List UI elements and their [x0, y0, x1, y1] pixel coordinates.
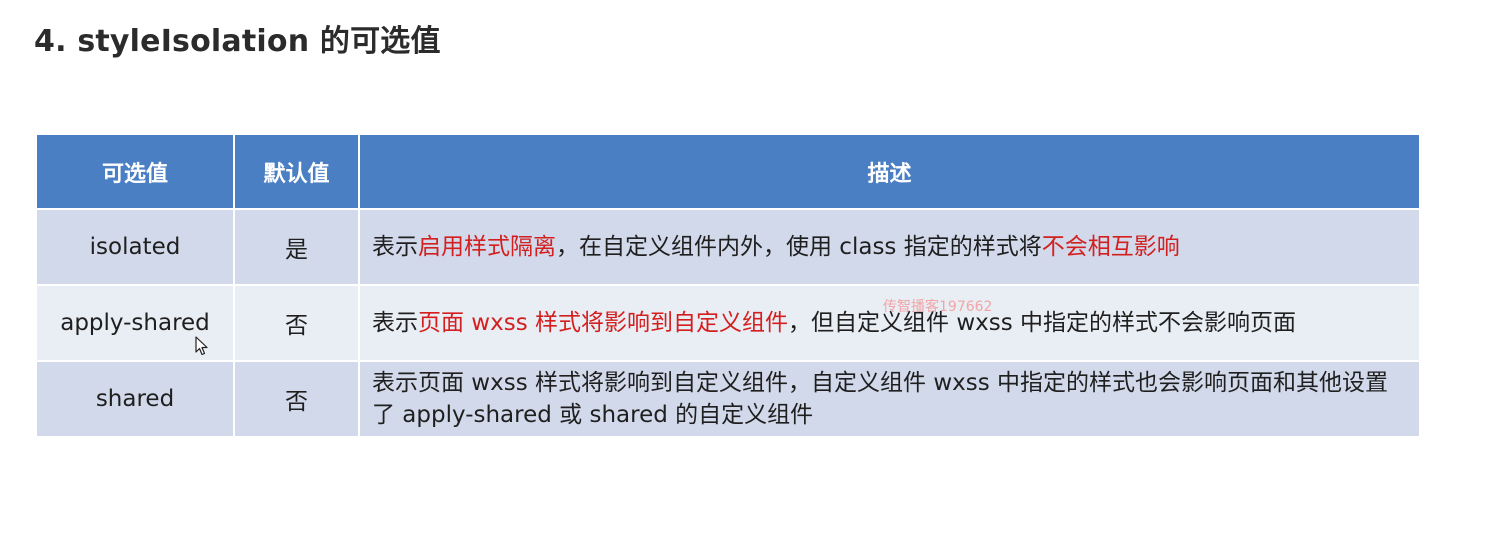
description-cell: 表示页面 wxss 样式将影响到自定义组件，自定义组件 wxss 中指定的样式也… [360, 362, 1419, 438]
desc-text: ，在自定义组件内外，使用 class 指定的样式将 [556, 234, 1042, 260]
desc-highlight: 启用样式隔离 [418, 234, 556, 260]
desc-text: 表示 [372, 234, 418, 260]
header-default: 默认值 [235, 135, 360, 210]
page-title: 4. styleIsolation 的可选值 [34, 24, 441, 59]
table-row: isolated 是 表示启用样式隔离，在自定义组件内外，使用 class 指定… [37, 210, 1419, 286]
header-description: 描述 [360, 135, 1419, 210]
option-value-cell: isolated [37, 210, 235, 286]
description-cell: 表示启用样式隔离，在自定义组件内外，使用 class 指定的样式将不会相互影响 [360, 210, 1419, 286]
desc-text: 表示页面 wxss 样式将影响到自定义组件，自定义组件 wxss 中指定的样式也… [372, 370, 1389, 428]
table-row: apply-shared 否 表示页面 wxss 样式将影响到自定义组件，但自定… [37, 286, 1419, 362]
default-value-cell: 否 [235, 286, 360, 362]
desc-text: 表示 [372, 310, 418, 336]
description-cell: 表示页面 wxss 样式将影响到自定义组件，但自定义组件 wxss 中指定的样式… [360, 286, 1419, 362]
header-value: 可选值 [37, 135, 235, 210]
desc-highlight: 页面 wxss 样式将影响到自定义组件 [418, 310, 789, 336]
option-value-cell: shared [37, 362, 235, 438]
mouse-pointer-icon [195, 336, 208, 356]
default-value-cell: 否 [235, 362, 360, 438]
table-header-row: 可选值 默认值 描述 [37, 135, 1419, 210]
default-value-cell: 是 [235, 210, 360, 286]
desc-highlight: 不会相互影响 [1041, 234, 1180, 260]
desc-text: ，但自定义组件 wxss 中指定的样式不会影响页面 [788, 310, 1297, 336]
table-row: shared 否 表示页面 wxss 样式将影响到自定义组件，自定义组件 wxs… [37, 362, 1419, 438]
style-isolation-table: 可选值 默认值 描述 isolated 是 表示启用样式隔离，在自定义组件内外，… [37, 135, 1419, 438]
